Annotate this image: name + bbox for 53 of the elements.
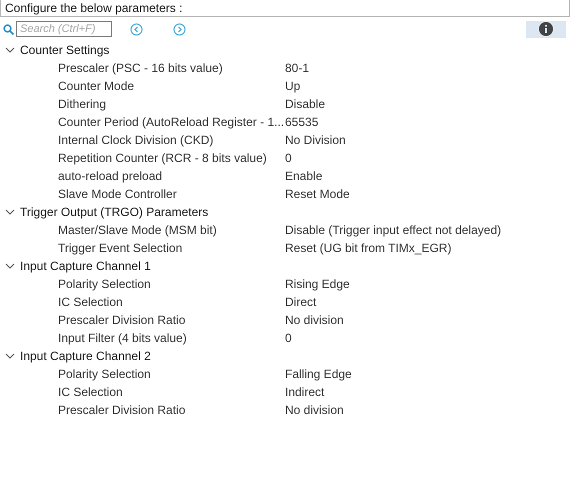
group-label: Counter Settings bbox=[20, 43, 110, 57]
group-header[interactable]: Input Capture Channel 1 bbox=[0, 257, 578, 275]
parameter-name: Polarity Selection bbox=[57, 277, 152, 291]
search-icon[interactable] bbox=[3, 24, 14, 34]
parameter-value[interactable]: 65535 bbox=[285, 115, 318, 129]
group-header[interactable]: Counter Settings bbox=[0, 41, 578, 59]
parameter-name: Dithering bbox=[57, 97, 108, 111]
parameter-name: Internal Clock Division (CKD) bbox=[57, 133, 214, 147]
parameter-value[interactable]: Reset (UG bit from TIMx_EGR) bbox=[285, 241, 452, 255]
parameter-value[interactable]: No Division bbox=[285, 133, 346, 147]
parameter-name: Input Filter (4 bits value) bbox=[57, 331, 188, 345]
parameter-name: Counter Period (AutoReload Register - 1... bbox=[57, 115, 285, 129]
parameter-value[interactable]: Disable (Trigger input effect not delayed) bbox=[285, 223, 502, 237]
chevron-icon bbox=[5, 352, 15, 360]
parameter-value[interactable]: Disable bbox=[285, 97, 326, 111]
search-field[interactable]: Search (Ctrl+F) bbox=[16, 21, 112, 37]
parameter-name: IC Selection bbox=[57, 295, 124, 309]
parameter-value[interactable]: 0 bbox=[285, 331, 292, 345]
group-label: Input Capture Channel 2 bbox=[20, 349, 151, 363]
group-header[interactable]: Input Capture Channel 2 bbox=[0, 347, 578, 365]
chevron-icon bbox=[5, 262, 15, 270]
group-label: Input Capture Channel 1 bbox=[20, 259, 151, 273]
parameter-name: Prescaler (PSC - 16 bits value) bbox=[57, 61, 224, 75]
parameter-name: Prescaler Division Ratio bbox=[57, 313, 186, 327]
parameter-value[interactable]: No division bbox=[285, 403, 344, 417]
parameter-name: Slave Mode Controller bbox=[57, 187, 178, 201]
parameter-name: auto-reload preload bbox=[57, 169, 164, 183]
parameter-value[interactable]: Direct bbox=[285, 295, 316, 309]
group-header[interactable]: Trigger Output (TRGO) Parameters bbox=[0, 203, 578, 221]
parameter-name: Master/Slave Mode (MSM bit) bbox=[57, 223, 218, 237]
parameter-name: Polarity Selection bbox=[57, 367, 152, 381]
header-text: Configure the below parameters : bbox=[0, 0, 570, 17]
parameter-value[interactable]: Indirect bbox=[285, 385, 324, 399]
parameter-name: Repetition Counter (RCR - 8 bits value) bbox=[57, 151, 268, 165]
parameter-value[interactable]: Up bbox=[285, 79, 300, 93]
parameter-name: IC Selection bbox=[57, 385, 124, 399]
info-icon bbox=[539, 22, 553, 36]
parameter-value[interactable]: 0 bbox=[285, 151, 292, 165]
info-button[interactable] bbox=[526, 20, 566, 38]
parameter-name: Prescaler Division Ratio bbox=[57, 403, 186, 417]
group-label: Trigger Output (TRGO) Parameters bbox=[20, 205, 208, 219]
chevron-icon bbox=[5, 208, 15, 216]
parameter-name: Trigger Event Selection bbox=[57, 241, 184, 255]
next-icon[interactable] bbox=[173, 22, 186, 36]
previous-icon[interactable] bbox=[130, 22, 143, 36]
parameter-name: Counter Mode bbox=[57, 79, 136, 93]
parameter-value[interactable]: 80-1 bbox=[285, 61, 310, 75]
parameter-value[interactable]: Enable bbox=[285, 169, 322, 183]
parameter-value[interactable]: No division bbox=[285, 313, 344, 327]
parameter-value[interactable]: Falling Edge bbox=[285, 367, 352, 381]
chevron-icon bbox=[5, 46, 15, 54]
parameter-value[interactable]: Reset Mode bbox=[285, 187, 350, 201]
parameter-value[interactable]: Rising Edge bbox=[285, 277, 350, 291]
